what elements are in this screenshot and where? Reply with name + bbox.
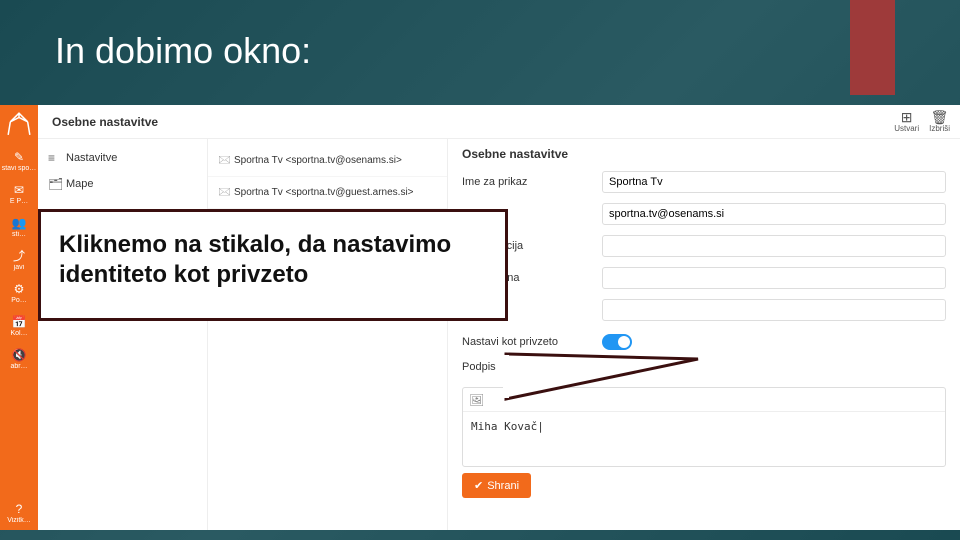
label-display-name: Ime za prikaz	[462, 176, 592, 188]
help-icon: ?	[0, 503, 38, 515]
list-icon: ≡	[48, 151, 66, 165]
identity-item[interactable]: 🖂 Sportna Tv <sportna.tv@osenams.si>	[208, 145, 447, 177]
sidebar-item-label: Po…	[0, 297, 38, 304]
nav-label: Mape	[66, 178, 94, 190]
create-button[interactable]: ⊞ Ustvari	[894, 110, 919, 133]
plus-icon: ⊞	[901, 110, 913, 124]
delete-button[interactable]: 🗑 Izbriši	[929, 110, 950, 133]
logout-icon: ⤴	[0, 250, 38, 262]
field-organization: Organizacija	[462, 233, 946, 259]
identity-item[interactable]: 🖂 Sportna Tv <sportna.tv@guest.arnes.si>	[208, 177, 447, 209]
delete-label: Izbriši	[929, 124, 950, 133]
accent-bar	[850, 0, 895, 95]
mail-icon: ✉	[0, 184, 38, 196]
sidebar-item-label: javi	[0, 264, 38, 271]
create-label: Ustvari	[894, 124, 919, 133]
envelope-icon: 🖂	[218, 151, 234, 170]
callout-box: Kliknemo na stikalo, da nastavimo identi…	[38, 209, 508, 321]
gear-icon: ⚙	[0, 283, 38, 295]
sidebar-item-mail[interactable]: ✉ E P…	[0, 178, 38, 209]
slide-title: In dobimo okno:	[55, 30, 311, 72]
sidebar-item-label: abr…	[0, 363, 38, 370]
trash-icon: 🗑	[931, 110, 949, 124]
contacts-icon: 👥	[0, 217, 38, 229]
input-email[interactable]	[602, 203, 946, 225]
app-logo-icon	[4, 109, 34, 139]
callout-text: Kliknemo na stikalo, da nastavimo identi…	[59, 230, 487, 290]
page-title: Osebne nastavitve	[52, 115, 158, 129]
panel-title: Osebne nastavitve	[462, 147, 946, 161]
field-display-name: Ime za prikaz	[462, 169, 946, 195]
input-organization[interactable]	[602, 235, 946, 257]
sidebar-item-calendar[interactable]: 📅 Kol…	[0, 310, 38, 341]
field-email: E Pošta	[462, 201, 946, 227]
sidebar-item-mute[interactable]: 🔇 abr…	[0, 343, 38, 374]
sidebar-item-label: E P…	[0, 198, 38, 205]
envelope-icon: 🖂	[218, 183, 234, 202]
identity-label: Sportna Tv <sportna.tv@osenams.si>	[234, 155, 402, 166]
pencil-icon: ✎	[0, 151, 38, 163]
sidebar-item-compose[interactable]: ✎ stavi spo…	[0, 145, 38, 176]
app-window: ✎ stavi spo… ✉ E P… 👥 sti… ⤴ javi ⚙ Po… …	[0, 105, 960, 530]
left-sidebar: ✎ stavi spo… ✉ E P… 👥 sti… ⤴ javi ⚙ Po… …	[0, 105, 38, 530]
sidebar-item-help[interactable]: ? Vizitk…	[0, 497, 38, 528]
sidebar-item-label: stavi spo…	[0, 165, 38, 172]
check-icon: ✔	[474, 479, 483, 492]
nav-label: Nastavitve	[66, 152, 117, 164]
settings-nav: ≡ Nastavitve 🗂 Mape	[38, 139, 208, 530]
sidebar-item-contacts[interactable]: 👥 sti…	[0, 211, 38, 242]
folder-icon: 🗂	[48, 177, 66, 191]
save-label: Shrani	[487, 480, 519, 492]
sidebar-item-label: Vizitk…	[0, 517, 38, 524]
nav-item-settings[interactable]: ≡ Nastavitve	[38, 145, 207, 171]
nav-item-folders[interactable]: 🗂 Mape	[38, 171, 207, 197]
identity-label: Sportna Tv <sportna.tv@guest.arnes.si>	[234, 187, 414, 198]
input-display-name[interactable]	[602, 171, 946, 193]
calendar-icon: 📅	[0, 316, 38, 328]
sidebar-item-logout[interactable]: ⤴ javi	[0, 244, 38, 275]
body: ≡ Nastavitve 🗂 Mape 🖂 Sportna Tv <sportn…	[38, 139, 960, 530]
header: Osebne nastavitve ⊞ Ustvari 🗑 Izbriši	[38, 105, 960, 139]
sidebar-item-settings[interactable]: ⚙ Po…	[0, 277, 38, 308]
sidebar-item-label: sti…	[0, 231, 38, 238]
mute-icon: 🔇	[0, 349, 38, 361]
main-area: Osebne nastavitve ⊞ Ustvari 🗑 Izbriši ≡ …	[38, 105, 960, 530]
sidebar-item-label: Kol…	[0, 330, 38, 337]
